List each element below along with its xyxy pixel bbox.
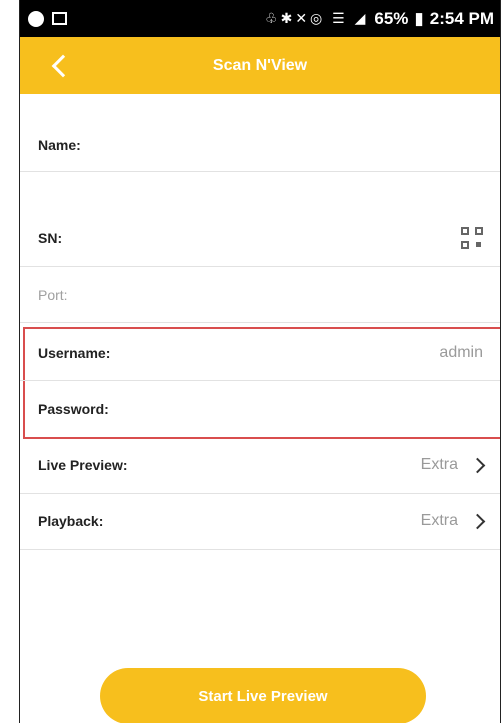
divider xyxy=(20,380,500,381)
live-preview-row[interactable]: Live Preview: Extra xyxy=(20,452,500,478)
start-live-preview-button[interactable]: Start Live Preview xyxy=(100,668,426,723)
qr-scan-icon[interactable] xyxy=(461,227,483,249)
playback-row[interactable]: Playback: Extra xyxy=(20,508,500,534)
username-row[interactable]: Username: admin xyxy=(20,340,500,366)
page-title: Scan N'View xyxy=(212,56,308,74)
playback-label: Playback: xyxy=(38,513,104,529)
divider xyxy=(20,493,500,494)
password-row[interactable]: Password: xyxy=(20,396,500,422)
username-field[interactable]: admin xyxy=(439,344,483,362)
name-row[interactable]: Name: xyxy=(20,134,500,156)
battery-level: 65% xyxy=(374,8,409,28)
playback-value: Extra xyxy=(420,512,458,529)
port-label: Port: xyxy=(38,287,68,303)
status-right: ♧✱✕◎ ☰ ◢ 65% ▮ 2:54 PM xyxy=(265,9,494,29)
divider xyxy=(20,171,500,172)
name-label: Name: xyxy=(38,137,81,153)
spotify-icon xyxy=(28,10,44,27)
app-screen: ♧✱✕◎ ☰ ◢ 65% ▮ 2:54 PM Scan N'View Name:… xyxy=(20,0,500,723)
divider xyxy=(20,549,500,550)
status-system-icons: ♧✱✕◎ ☰ ◢ xyxy=(265,10,369,26)
back-icon[interactable] xyxy=(46,51,74,79)
status-bar: ♧✱✕◎ ☰ ◢ 65% ▮ 2:54 PM xyxy=(20,0,500,37)
divider xyxy=(20,322,500,323)
app-header: Scan N'View xyxy=(20,37,500,94)
chevron-right-icon xyxy=(469,513,486,529)
sn-label: SN: xyxy=(38,230,63,246)
sn-row[interactable]: SN: xyxy=(20,223,500,253)
password-label: Password: xyxy=(38,401,109,417)
live-preview-value: Extra xyxy=(420,456,458,473)
chevron-right-icon xyxy=(469,457,486,473)
divider xyxy=(20,266,500,267)
image-icon xyxy=(52,12,67,25)
battery-icon: ▮ xyxy=(414,8,424,28)
clock: 2:54 PM xyxy=(429,8,494,28)
username-label: Username: xyxy=(38,345,111,361)
port-row[interactable]: Port: xyxy=(20,284,500,306)
status-left-icons xyxy=(28,10,67,27)
right-frame-border xyxy=(500,0,501,723)
live-preview-label: Live Preview: xyxy=(38,457,128,473)
